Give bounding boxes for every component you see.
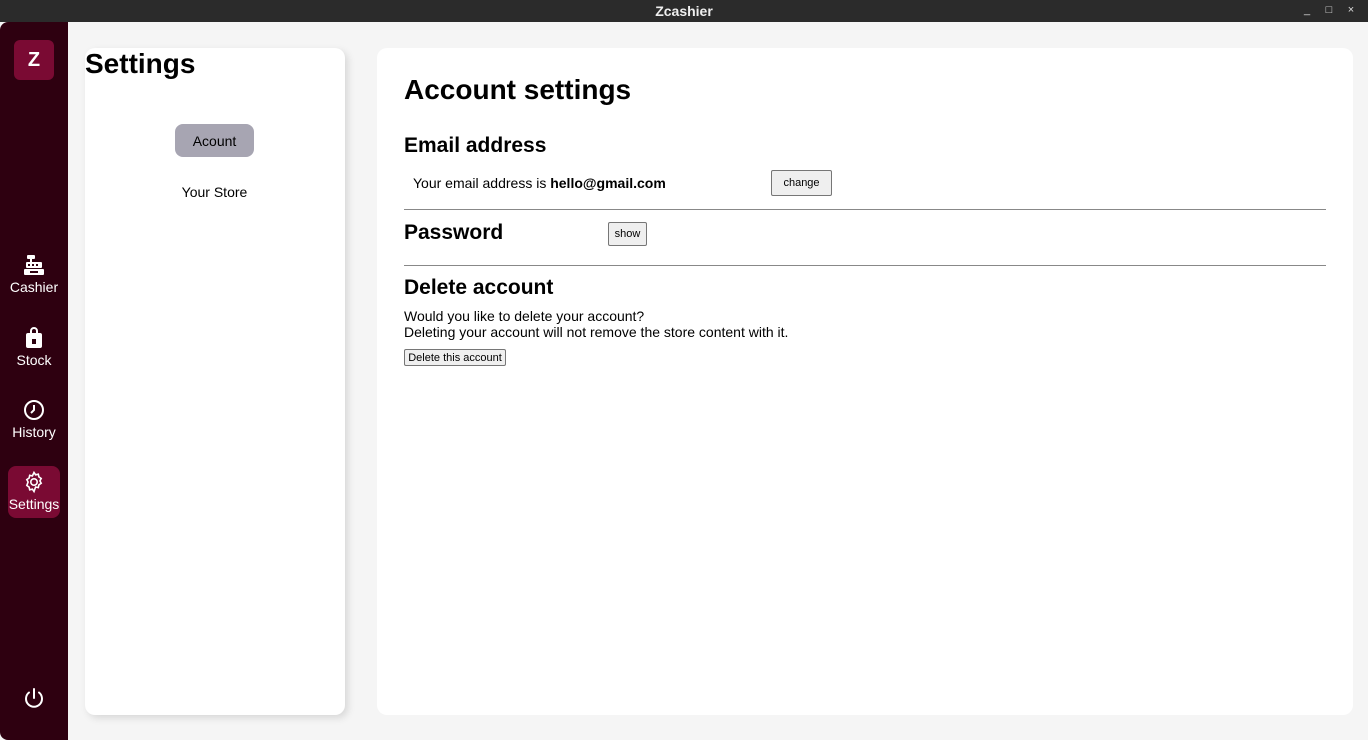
nav-label-settings: Settings bbox=[8, 496, 60, 512]
email-value: hello@gmail.com bbox=[550, 175, 666, 191]
password-heading: Password bbox=[404, 221, 504, 244]
delete-account-button[interactable]: Delete this account bbox=[404, 349, 506, 366]
show-password-button[interactable]: show bbox=[608, 222, 647, 246]
nav-item-history[interactable]: History bbox=[8, 394, 60, 446]
settings-nav-panel: Settings Acount Your Store bbox=[85, 48, 345, 715]
account-settings-title: Account settings bbox=[404, 74, 632, 105]
nav-label-history: History bbox=[12, 424, 56, 440]
change-email-button[interactable]: change bbox=[771, 170, 832, 196]
nav-item-cashier[interactable]: Cashier bbox=[8, 249, 60, 301]
clock-icon bbox=[24, 400, 44, 420]
nav-label-stock: Stock bbox=[16, 352, 52, 368]
email-prefix: Your email address is bbox=[413, 175, 551, 191]
delete-account-heading: Delete account bbox=[404, 276, 554, 299]
store-bag-icon bbox=[26, 327, 42, 348]
minimize-button[interactable]: _ bbox=[1300, 3, 1314, 17]
app-nav-rail: Z Cashier Stock History Settings bbox=[0, 22, 68, 740]
app-logo: Z bbox=[14, 40, 54, 80]
window-title: Zcashier bbox=[655, 3, 713, 19]
tab-account[interactable]: Acount bbox=[175, 124, 254, 157]
power-icon[interactable] bbox=[22, 687, 46, 711]
maximize-button[interactable]: □ bbox=[1322, 3, 1336, 17]
close-button[interactable]: × bbox=[1344, 3, 1358, 17]
delete-question: Would you like to delete your account? bbox=[404, 308, 645, 324]
title-bar: Zcashier _ □ × bbox=[0, 0, 1368, 22]
email-heading: Email address bbox=[404, 134, 547, 157]
gear-icon bbox=[25, 470, 43, 494]
page-title: Settings bbox=[85, 48, 196, 79]
nav-item-stock[interactable]: Stock bbox=[8, 322, 60, 374]
tab-your-store[interactable]: Your Store bbox=[165, 175, 264, 208]
nav-item-settings[interactable]: Settings bbox=[8, 466, 60, 518]
divider bbox=[404, 209, 1326, 210]
divider bbox=[404, 265, 1326, 266]
nav-label-cashier: Cashier bbox=[9, 279, 59, 295]
account-settings-panel: Account settings Email address Your emai… bbox=[377, 48, 1353, 715]
email-text: Your email address is hello@gmail.com bbox=[413, 175, 666, 191]
cash-register-icon bbox=[24, 255, 44, 275]
delete-note: Deleting your account will not remove th… bbox=[404, 324, 789, 340]
